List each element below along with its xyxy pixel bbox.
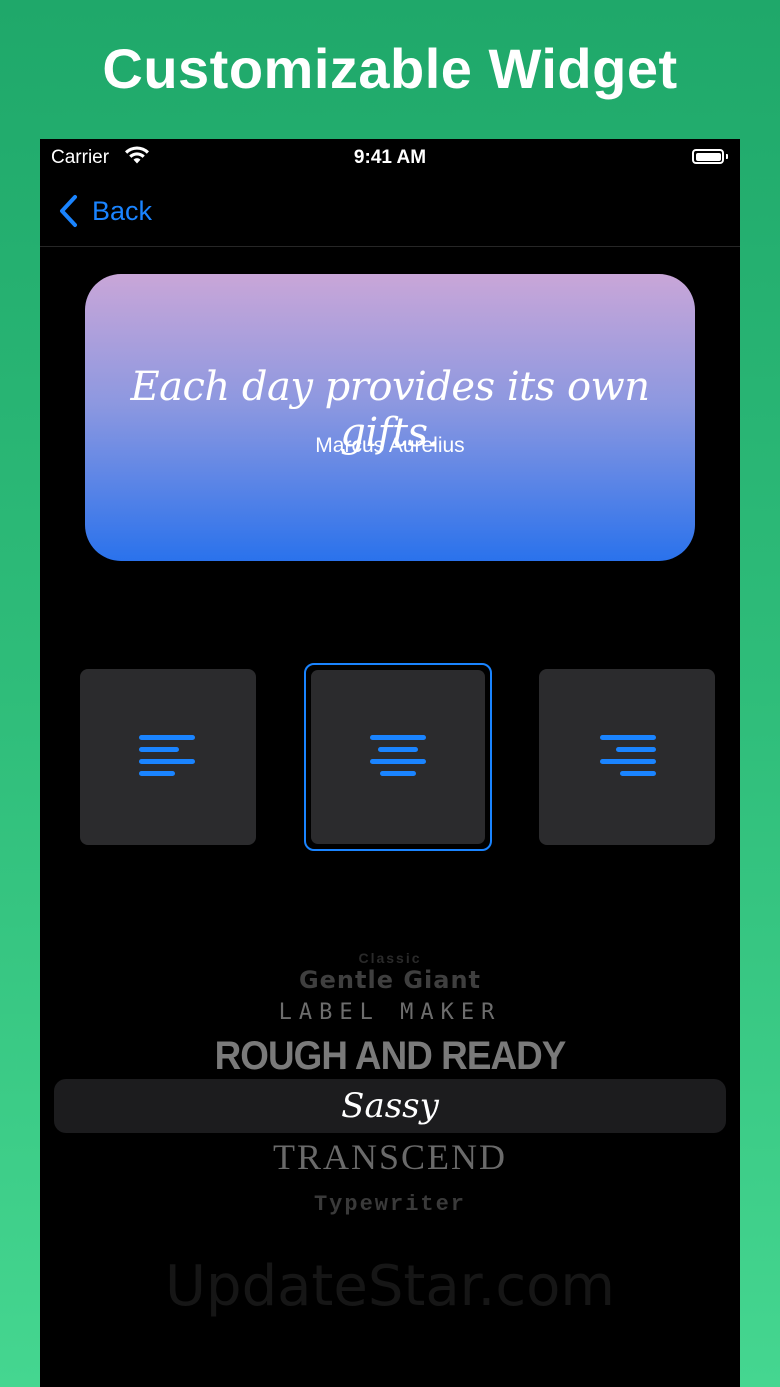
text-align-left-icon [139, 735, 195, 776]
align-left-button[interactable] [80, 669, 256, 845]
page-headline: Customizable Widget [102, 37, 678, 100]
watermark: UpdateStar.com [165, 1254, 615, 1319]
font-option-classic[interactable]: Classic [40, 950, 740, 966]
widget-preview: Each day provides its own gifts. Marcus … [85, 274, 695, 561]
phone-screen: Carrier 9:41 AM Back Each day provides i… [40, 139, 740, 1387]
text-align-right-icon [600, 735, 656, 776]
font-option-typewriter[interactable]: Typewriter [40, 1192, 740, 1217]
status-bar: Carrier 9:41 AM [40, 139, 740, 175]
widget-author: Marcus Aurelius [315, 434, 465, 457]
font-option-label-maker[interactable]: LABEL MAKER [40, 1000, 740, 1025]
align-center-button[interactable] [304, 663, 492, 851]
font-option-gentle-giant[interactable]: Gentle Giant [40, 966, 740, 994]
navigation-bar: Back [40, 175, 740, 247]
back-label: Back [92, 195, 153, 226]
back-button[interactable]: Back [58, 191, 152, 231]
battery-icon [692, 149, 728, 164]
font-option-sassy[interactable]: Sassy [40, 1086, 740, 1126]
text-align-center-icon [370, 735, 426, 776]
font-option-rough-and-ready[interactable]: ROUGH AND READY [68, 1034, 712, 1079]
status-time: 9:41 AM [353, 147, 427, 168]
align-right-button[interactable] [539, 669, 715, 845]
chevron-left-icon [60, 195, 77, 227]
font-option-transcend[interactable]: TRANSCEND [40, 1136, 740, 1178]
font-picker[interactable]: Classic Gentle Giant LABEL MAKER ROUGH A… [40, 939, 740, 1239]
